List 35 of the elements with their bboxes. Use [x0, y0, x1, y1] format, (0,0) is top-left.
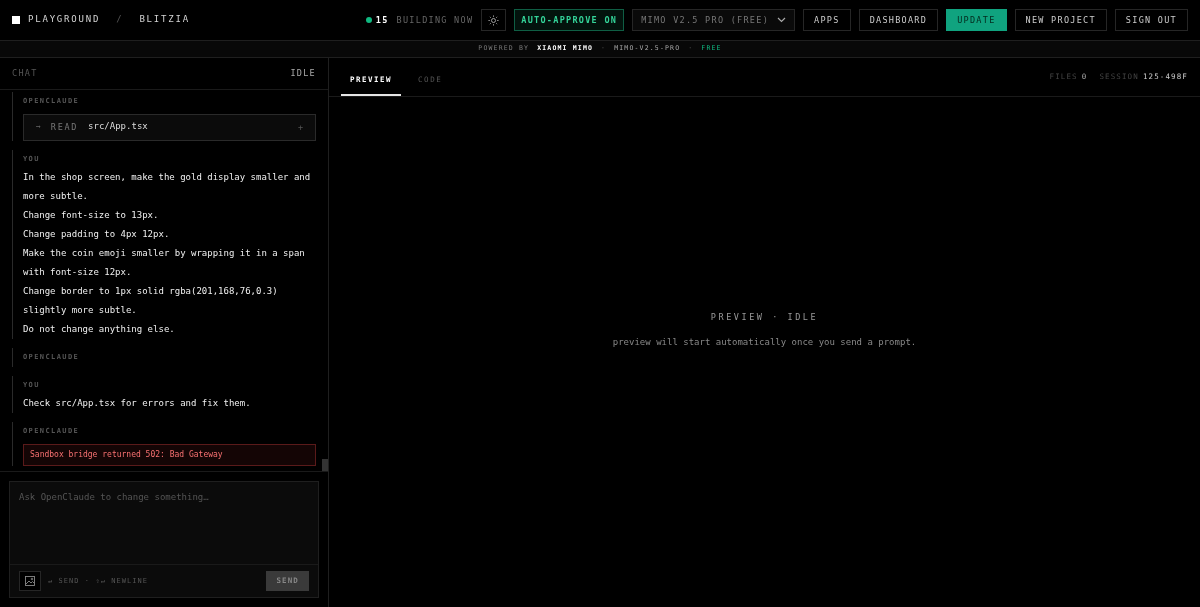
message-text: Change font-size to 13px.: [23, 209, 160, 222]
tool-verb: READ: [50, 120, 79, 134]
scrollbar-thumb[interactable]: [322, 459, 328, 471]
message-text: Make the coin emoji smaller by wrapping it in a span with font-size 12px.: [23, 247, 306, 279]
arrow-text: →: [36, 121, 41, 133]
nav-button[interactable]: NEW PROJECT: [1014, 9, 1107, 31]
preview-message: preview will start automatically once you send a prompt.: [612, 335, 917, 349]
error-message: Sandbox bridge returned 502: Bad Gateway: [23, 443, 316, 466]
building-label: BUILDING NOW: [396, 13, 474, 27]
nav-button[interactable]: APPS: [803, 9, 851, 31]
nav-button[interactable]: DASHBOARD: [858, 9, 939, 31]
sun-icon: [488, 14, 500, 26]
chevron-down-icon: [777, 17, 787, 23]
theme-toggle-button[interactable]: [481, 9, 507, 31]
logo-icon: [12, 16, 20, 24]
model-select[interactable]: MIMO V2.5 PRO (FREE): [632, 9, 796, 31]
preview-status: PREVIEW · IDLE: [710, 310, 819, 324]
chat-title: CHAT: [12, 67, 38, 80]
nav-button[interactable]: SIGN OUT: [1114, 9, 1188, 31]
breadcrumb-separator: /: [115, 13, 125, 27]
file-path: src/App.tsx: [88, 120, 148, 134]
message-text: In the shop screen, make the gold display smaller and more subtle.: [23, 171, 312, 203]
project-name[interactable]: BLITZIA: [139, 13, 190, 27]
building-count: 15: [375, 13, 389, 27]
brand-name[interactable]: PLAYGROUND: [28, 13, 101, 27]
auto-approve-toggle[interactable]: AUTO-APPROVE ON: [514, 9, 625, 31]
attach-image-button[interactable]: [19, 571, 41, 591]
primary-button[interactable]: UPDATE: [946, 9, 1007, 31]
message-text: Change border to 1px solid rgba(201,168,76,0.3) slightly more subtle.: [23, 285, 279, 317]
image-icon: [25, 576, 35, 586]
message-text: Do not change anything else.: [23, 323, 176, 336]
message-text: Check src/App.tsx for errors and fix them.: [23, 397, 252, 410]
chat-status: IDLE: [290, 67, 316, 80]
tool-call-card[interactable]: → READ src/App.tsx +: [23, 113, 316, 141]
message-text: Change padding to 4px 12px.: [23, 228, 171, 241]
